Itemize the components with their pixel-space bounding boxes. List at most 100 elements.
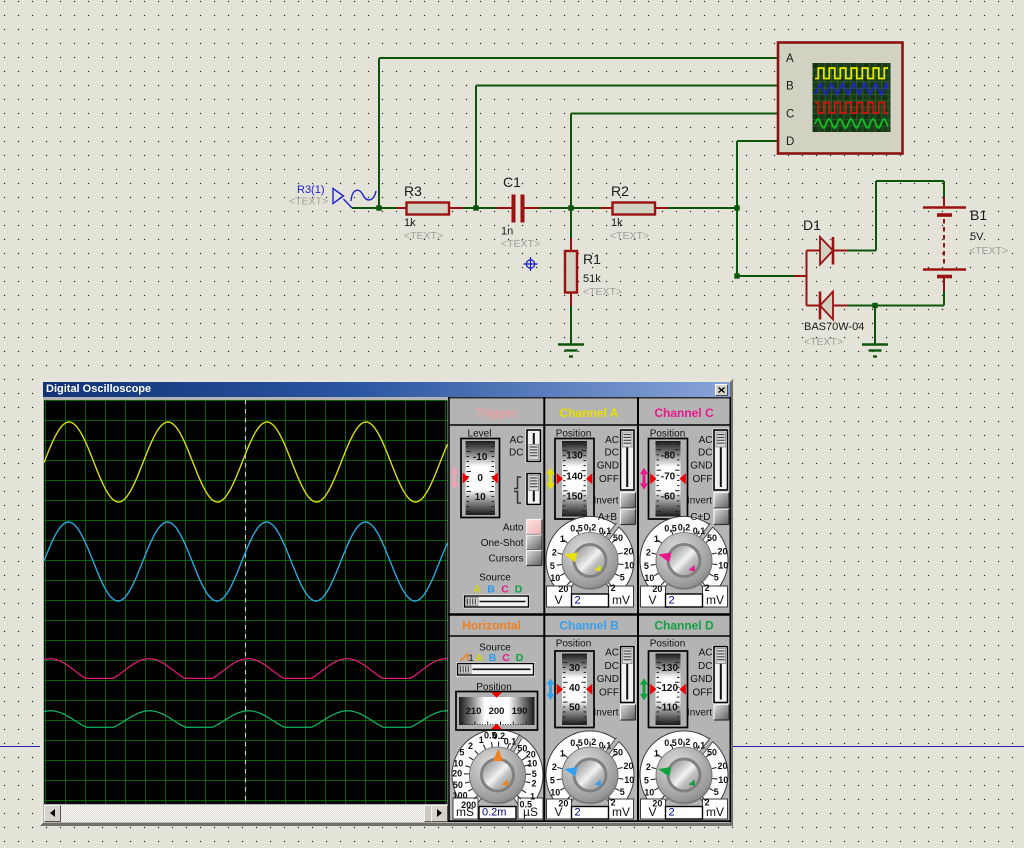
svg-text:190: 190: [512, 706, 528, 717]
svg-text:5: 5: [550, 560, 555, 570]
svg-text:V: V: [648, 805, 656, 819]
svg-text:A+B: A+B: [598, 512, 618, 523]
svg-text:2: 2: [611, 583, 616, 593]
svg-text:DC: DC: [605, 661, 619, 672]
svg-text:2: 2: [552, 761, 557, 771]
svg-text:Invert: Invert: [593, 495, 618, 506]
svg-text:AC: AC: [699, 647, 713, 658]
svg-text:R2: R2: [611, 183, 629, 199]
svg-text:D: D: [515, 583, 523, 595]
svg-text:5: 5: [620, 572, 625, 582]
svg-text:mV: mV: [612, 805, 630, 819]
svg-text:Position: Position: [556, 638, 592, 649]
svg-text:0.2m: 0.2m: [482, 806, 506, 818]
svg-text:C+D: C+D: [690, 512, 710, 523]
svg-text:0.2: 0.2: [678, 522, 691, 532]
svg-text:1n: 1n: [501, 226, 513, 238]
svg-text:AC: AC: [510, 435, 524, 446]
svg-text:mV: mV: [706, 805, 724, 819]
svg-text:<TEXT>: <TEXT>: [404, 230, 443, 242]
svg-text:mS: mS: [456, 805, 474, 819]
svg-text:A: A: [786, 53, 794, 65]
svg-text:OFF: OFF: [693, 474, 713, 485]
svg-text:-10: -10: [473, 452, 488, 463]
svg-text:DC: DC: [605, 447, 619, 458]
svg-text:5: 5: [714, 787, 719, 797]
svg-text:51k: 51k: [583, 273, 601, 285]
svg-text:100: 100: [453, 790, 468, 800]
svg-text:2: 2: [669, 594, 675, 606]
svg-text:5: 5: [550, 775, 555, 785]
svg-text:10: 10: [644, 787, 654, 797]
svg-text:20: 20: [452, 768, 462, 778]
svg-text:<TEXT>: <TEXT>: [969, 245, 1008, 257]
svg-text:AC: AC: [699, 435, 713, 446]
svg-text:Position: Position: [650, 638, 686, 649]
svg-text:Invert: Invert: [687, 495, 712, 506]
svg-text:2: 2: [575, 594, 581, 606]
svg-text:2: 2: [646, 761, 651, 771]
svg-text:Horizontal: Horizontal: [462, 618, 521, 632]
svg-text:10: 10: [453, 758, 463, 768]
svg-text:DC: DC: [698, 447, 712, 458]
svg-text:Source: Source: [479, 572, 511, 583]
svg-text:<TEXT>: <TEXT>: [501, 238, 540, 250]
svg-text:50: 50: [707, 747, 717, 757]
svg-text:150: 150: [566, 491, 583, 502]
svg-text:1: 1: [560, 748, 565, 758]
svg-text:20: 20: [717, 546, 727, 556]
svg-text:30: 30: [569, 663, 581, 674]
svg-text:50: 50: [707, 532, 717, 542]
svg-text:<TEXT>: <TEXT>: [289, 196, 328, 208]
svg-text:V: V: [554, 593, 562, 607]
svg-text:GND: GND: [597, 674, 619, 685]
svg-text:2: 2: [669, 806, 675, 818]
svg-text:BAS70W-04: BAS70W-04: [804, 321, 864, 333]
svg-text:Trigger: Trigger: [476, 406, 517, 420]
svg-text:5: 5: [644, 775, 649, 785]
svg-text:1k: 1k: [404, 217, 416, 229]
svg-text:0: 0: [477, 473, 483, 484]
svg-text:GND: GND: [690, 674, 712, 685]
svg-text:1: 1: [654, 748, 659, 758]
svg-text:5: 5: [644, 560, 649, 570]
svg-text:D1: D1: [803, 217, 821, 233]
svg-text:0.2: 0.2: [584, 522, 597, 532]
svg-text:Channel B: Channel B: [559, 618, 619, 632]
svg-text:AC: AC: [605, 435, 619, 446]
svg-text:mV: mV: [612, 593, 630, 607]
svg-text:50: 50: [613, 747, 623, 757]
svg-text:C1: C1: [503, 174, 521, 190]
svg-text:µS: µS: [523, 805, 538, 819]
svg-text:2: 2: [552, 547, 557, 557]
svg-text:1: 1: [468, 653, 473, 663]
svg-text:0.1: 0.1: [504, 736, 517, 746]
svg-text:2: 2: [575, 806, 581, 818]
svg-text:Channel C: Channel C: [654, 406, 714, 420]
svg-text:5: 5: [620, 787, 625, 797]
svg-text:One-Shot: One-Shot: [481, 538, 524, 549]
svg-text:20: 20: [623, 546, 633, 556]
svg-text:Channel D: Channel D: [654, 618, 714, 632]
svg-text:R3(1): R3(1): [297, 184, 325, 196]
svg-text:0.5: 0.5: [664, 523, 677, 533]
svg-text:50: 50: [569, 702, 581, 713]
svg-text:B: B: [786, 81, 794, 93]
svg-text:R3: R3: [404, 183, 422, 199]
svg-text:D: D: [786, 136, 794, 148]
svg-text:Invert: Invert: [593, 707, 618, 718]
svg-text:10: 10: [550, 573, 560, 583]
svg-text:210: 210: [466, 706, 482, 717]
svg-text:50: 50: [453, 779, 463, 789]
svg-text:0.5: 0.5: [664, 738, 677, 748]
svg-text:10: 10: [527, 758, 537, 768]
svg-text:Channel A: Channel A: [560, 406, 619, 420]
svg-text:5V: 5V: [970, 231, 984, 243]
svg-text:DC: DC: [698, 661, 712, 672]
svg-text:mV: mV: [706, 593, 724, 607]
svg-text:<TEXT>: <TEXT>: [804, 336, 843, 348]
svg-text:10: 10: [550, 787, 560, 797]
svg-text:10: 10: [624, 774, 634, 784]
svg-text:2: 2: [468, 741, 473, 751]
svg-text:AC: AC: [605, 647, 619, 658]
